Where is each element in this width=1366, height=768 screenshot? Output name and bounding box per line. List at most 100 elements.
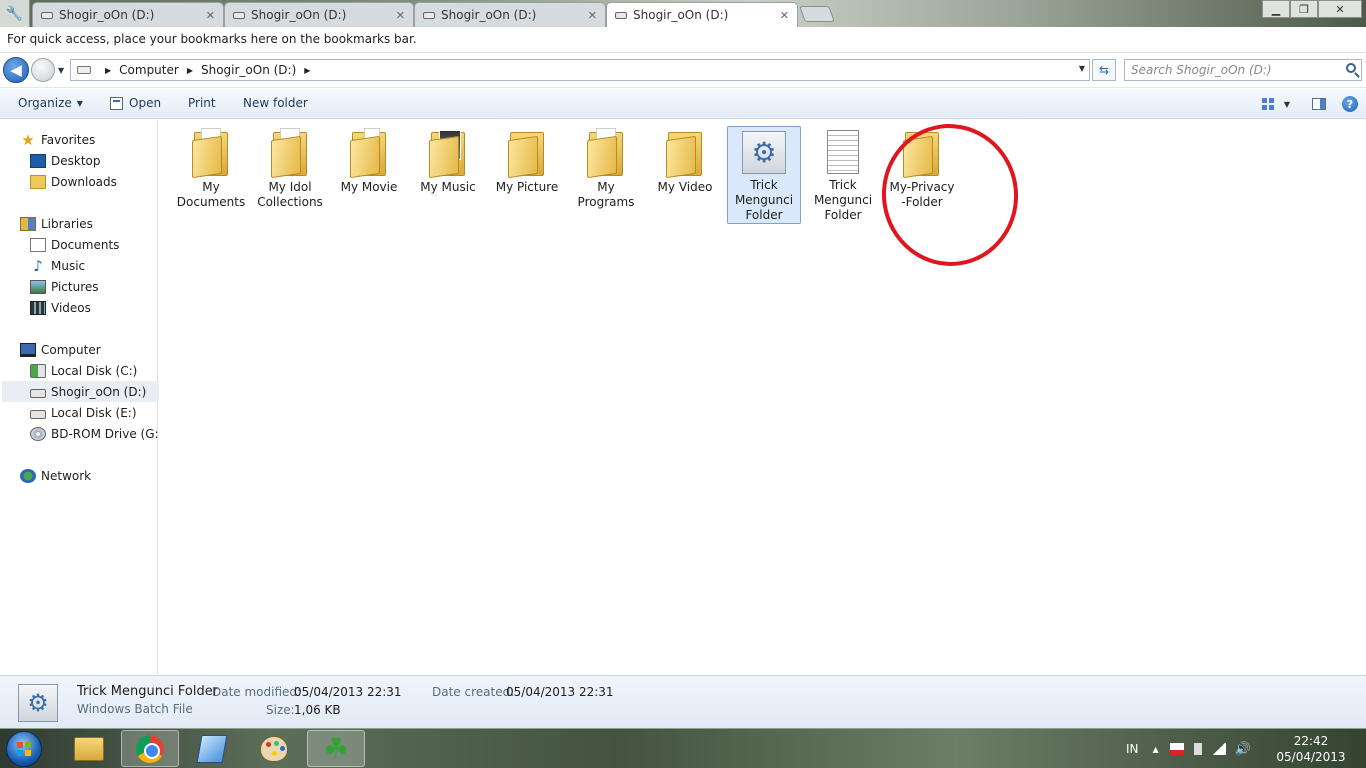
taskbar-explorer[interactable] [60, 730, 118, 767]
search-input[interactable]: Search Shogir_oOn (D:) [1124, 59, 1362, 81]
change-view-icon[interactable] [1261, 98, 1276, 110]
windows-logo-icon [17, 742, 31, 756]
nav-music[interactable]: ♪ Music [30, 255, 85, 276]
browser-tab[interactable]: Shogir_oOn (D:) ✕ [224, 2, 414, 27]
breadcrumb-drive[interactable]: Shogir_oOn (D:) [201, 63, 296, 77]
network-signal-icon[interactable] [1211, 743, 1226, 755]
folder-my-idol-collections[interactable]: My Idol Collections [253, 126, 327, 224]
file-label: Trick Mengunci Folder [813, 178, 873, 222]
close-tab-icon[interactable]: ✕ [206, 9, 215, 22]
nav-label: Documents [51, 237, 120, 252]
nav-label: Pictures [51, 279, 99, 294]
window-controls: ▁ ❐ ✕ [1262, 0, 1362, 18]
organize-button[interactable]: Organize ▼ [18, 96, 83, 110]
forward-button[interactable] [31, 58, 55, 82]
help-icon[interactable]: ? [1342, 96, 1358, 112]
folder-icon [350, 128, 388, 179]
drive-icon [77, 66, 91, 74]
start-button[interactable] [6, 731, 42, 767]
organize-label: Organize [18, 96, 72, 110]
nav-computer[interactable]: Computer [20, 339, 101, 360]
text-file-icon [827, 130, 859, 174]
system-drive-icon [30, 363, 46, 378]
browser-tab[interactable]: Shogir_oOn (D:) ✕ [414, 2, 606, 27]
taskbar-paint[interactable] [245, 730, 303, 767]
downloads-folder-icon [30, 174, 46, 189]
chevron-right-icon[interactable]: ▶ [187, 66, 193, 75]
history-dropdown-icon[interactable]: ▼ [58, 66, 64, 75]
refresh-button[interactable]: ⇆ [1092, 59, 1116, 81]
show-hidden-icons-icon[interactable]: ▲ [1153, 745, 1159, 754]
breadcrumb-computer[interactable]: Computer [119, 63, 179, 77]
nav-documents[interactable]: Documents [30, 234, 119, 255]
file-trick-mengunci-folder-txt[interactable]: Trick Mengunci Folder [806, 126, 880, 224]
power-plug-icon[interactable] [1193, 743, 1202, 755]
folder-my-programs[interactable]: My Programs [569, 126, 643, 224]
nav-drive-d-selected[interactable]: Shogir_oOn (D:) [2, 381, 159, 402]
search-icon[interactable] [1346, 63, 1356, 73]
view-controls: ▼ ? [1254, 94, 1366, 114]
bookmarks-bar: For quick access, place your bookmarks h… [0, 27, 1366, 53]
new-tab-button[interactable] [799, 6, 835, 22]
close-tab-icon[interactable]: ✕ [588, 9, 597, 22]
folder-my-music[interactable]: My Music [411, 126, 485, 224]
browser-tab-active[interactable]: Shogir_oOn (D:) ✕ [606, 2, 798, 27]
new-folder-button[interactable]: New folder [243, 96, 308, 110]
volume-icon[interactable]: 🔊 [1235, 742, 1251, 757]
nav-local-disk-e[interactable]: Local Disk (E:) [30, 402, 137, 423]
nav-label: Downloads [51, 174, 117, 189]
address-bar[interactable]: ▶ Computer ▶ Shogir_oOn (D:) ▶ ▼ [70, 59, 1090, 81]
folder-icon [192, 128, 230, 179]
file-trick-mengunci-folder-bat[interactable]: ⚙ Trick Mengunci Folder [727, 126, 801, 224]
taskbar: ☘ IN ▲ 🔊 22:42 05/04/2013 [0, 728, 1366, 768]
view-dropdown-icon[interactable]: ▼ [1284, 100, 1290, 109]
action-center-flag-icon[interactable] [1169, 743, 1184, 755]
system-tray: IN ▲ 🔊 [1126, 729, 1251, 768]
file-list: My Documents My Idol Collections My Movie … [159, 115, 1366, 675]
folder-my-picture[interactable]: My Picture [490, 126, 564, 224]
music-note-icon: ♪ [33, 256, 43, 275]
close-tab-icon[interactable]: ✕ [396, 9, 405, 22]
minimize-button[interactable]: ▁ [1262, 0, 1290, 18]
browser-tab[interactable]: Shogir_oOn (D:) ✕ [32, 2, 224, 27]
nav-pictures[interactable]: Pictures [30, 276, 99, 297]
nav-local-disk-c[interactable]: Local Disk (C:) [30, 360, 137, 381]
nav-bd-rom[interactable]: BD-ROM Drive (G:) C [30, 423, 175, 444]
language-indicator[interactable]: IN [1126, 742, 1139, 756]
nav-videos[interactable]: Videos [30, 297, 91, 318]
nav-label: Local Disk (C:) [51, 363, 138, 378]
folder-my-privacy-folder[interactable]: My-Privacy -Folder [885, 126, 959, 224]
print-button[interactable]: Print [188, 96, 216, 110]
folder-icon [666, 128, 704, 179]
back-button[interactable]: ◀ [3, 57, 29, 83]
close-window-button[interactable]: ✕ [1318, 0, 1362, 18]
folder-my-documents[interactable]: My Documents [174, 126, 248, 224]
nav-libraries[interactable]: Libraries [20, 213, 93, 234]
date-created-value: 05/04/2013 22:31 [506, 685, 614, 699]
nav-desktop[interactable]: Desktop [30, 150, 101, 171]
chevron-right-icon[interactable]: ▶ [304, 66, 310, 75]
file-label: My Programs [577, 180, 635, 209]
gear-icon: ⚙ [18, 684, 58, 722]
taskbar-clover[interactable]: ☘ [307, 730, 365, 767]
taskbar-chrome[interactable] [121, 730, 179, 767]
open-button[interactable]: Open [110, 96, 161, 110]
tab-title: Shogir_oOn (D:) [633, 8, 729, 22]
chrome-icon [136, 734, 164, 763]
address-dropdown-icon[interactable]: ▼ [1079, 64, 1085, 73]
folder-my-movie[interactable]: My Movie [332, 126, 406, 224]
file-label: My-Privacy -Folder [889, 180, 955, 209]
nav-favorites[interactable]: ★ Favorites [20, 129, 95, 150]
close-tab-icon[interactable]: ✕ [780, 9, 789, 22]
clock[interactable]: 22:42 05/04/2013 [1276, 733, 1346, 765]
preview-pane-icon[interactable] [1312, 98, 1326, 110]
maximize-button[interactable]: ❐ [1290, 0, 1318, 18]
chevron-right-icon[interactable]: ▶ [105, 66, 111, 75]
taskbar-notepad[interactable] [183, 730, 241, 767]
new-folder-label: New folder [243, 96, 308, 110]
nav-network[interactable]: Network [20, 465, 91, 486]
folder-my-video[interactable]: My Video [648, 126, 722, 224]
wrench-icon[interactable]: 🔧 [0, 0, 30, 27]
tab-title: Shogir_oOn (D:) [251, 8, 347, 22]
nav-downloads[interactable]: Downloads [30, 171, 117, 192]
